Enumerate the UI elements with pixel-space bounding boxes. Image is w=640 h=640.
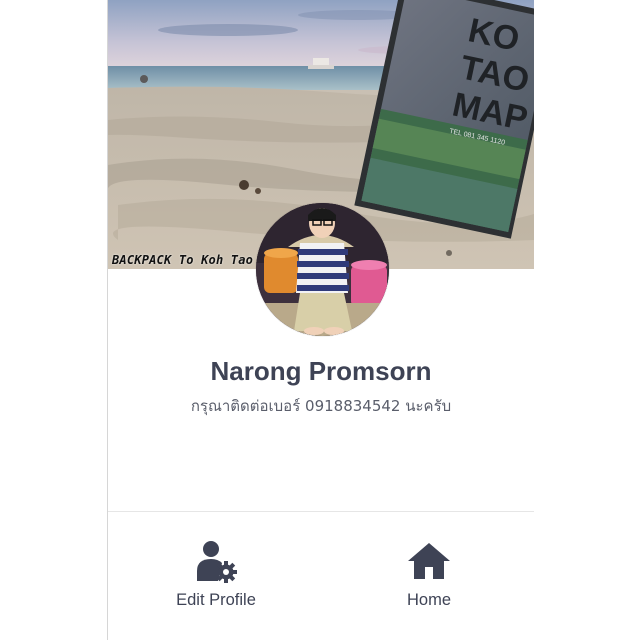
edit-profile-icon <box>194 539 238 588</box>
home-label: Home <box>406 591 451 609</box>
status-message: กรุณาติดต่อเบอร์ 0918834542 นะครับ <box>190 397 452 415</box>
screenshot-frame: KO TAO MAP TEL 081 345 1120 BACKPACK To … <box>0 0 640 640</box>
cover-caption: BACKPACK To Koh Tao <box>112 253 254 267</box>
edit-profile-button[interactable]: Edit Profile <box>136 535 296 625</box>
avatar-image <box>256 203 389 336</box>
profile-name: Narong Promsorn <box>210 356 432 386</box>
avatar[interactable] <box>256 203 389 336</box>
home-icon <box>407 539 451 588</box>
edit-profile-label: Edit Profile <box>176 591 256 609</box>
action-divider <box>108 511 534 512</box>
profile-screen: KO TAO MAP TEL 081 345 1120 BACKPACK To … <box>107 0 534 640</box>
home-button[interactable]: Home <box>349 535 509 625</box>
